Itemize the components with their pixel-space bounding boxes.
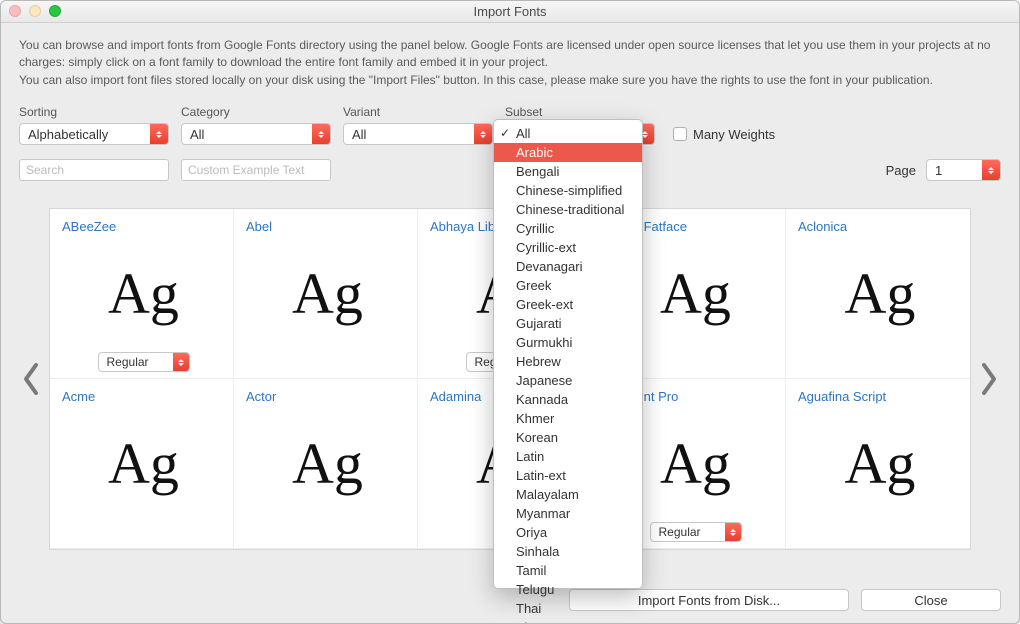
dropdown-icon	[312, 124, 330, 144]
subset-dropdown-menu[interactable]: AllArabicBengaliChinese-simplifiedChines…	[493, 119, 643, 589]
subset-menu-item[interactable]: Cyrillic-ext	[494, 238, 642, 257]
font-cell-footer	[246, 352, 409, 372]
subset-menu-item[interactable]: Khmer	[494, 409, 642, 428]
subset-menu-item[interactable]: Sinhala	[494, 542, 642, 561]
description-line-1: You can browse and import fonts from Goo…	[19, 37, 1001, 72]
font-cell-footer	[798, 352, 962, 372]
font-sample: Ag	[246, 404, 409, 522]
font-name: Aclonica	[798, 219, 962, 234]
font-name: ABeeZee	[62, 219, 225, 234]
page-value: 1	[935, 163, 942, 178]
subset-menu-item[interactable]: Greek-ext	[494, 295, 642, 314]
font-name: Aguafina Script	[798, 389, 962, 404]
subset-label: Subset	[505, 105, 655, 119]
subset-menu-item[interactable]: Cyrillic	[494, 219, 642, 238]
subset-menu-item[interactable]: Malayalam	[494, 485, 642, 504]
subset-menu-item[interactable]: Bengali	[494, 162, 642, 181]
subset-menu-item[interactable]: Telugu	[494, 580, 642, 599]
font-sample: Ag	[246, 234, 409, 352]
subset-menu-item[interactable]: Latin	[494, 447, 642, 466]
subset-menu-item[interactable]: Oriya	[494, 523, 642, 542]
import-button-label: Import Fonts from Disk...	[638, 593, 780, 608]
variant-value: All	[352, 127, 366, 142]
window-controls	[9, 5, 61, 17]
subset-menu-item[interactable]: All	[494, 124, 642, 143]
minimize-window-icon[interactable]	[29, 5, 41, 17]
dropdown-icon	[474, 124, 492, 144]
close-window-icon[interactable]	[9, 5, 21, 17]
example-text-input[interactable]	[181, 159, 331, 181]
subset-menu-item[interactable]: Arabic	[494, 143, 642, 162]
font-cell-footer: Regular	[62, 352, 225, 372]
category-label: Category	[181, 105, 331, 119]
font-variant-select[interactable]: Regular	[98, 352, 190, 372]
subset-menu-item[interactable]: Kannada	[494, 390, 642, 409]
font-name: Abel	[246, 219, 409, 234]
subset-menu-item[interactable]: Greek	[494, 276, 642, 295]
subset-menu-item[interactable]: Vietnamese	[494, 618, 642, 624]
subset-menu-item[interactable]: Devanagari	[494, 257, 642, 276]
subset-menu-item[interactable]: Chinese-traditional	[494, 200, 642, 219]
subset-menu-item[interactable]: Gurmukhi	[494, 333, 642, 352]
font-cell[interactable]: AclonicaAg	[786, 209, 970, 379]
variant-select[interactable]: All	[343, 123, 493, 145]
sorting-select[interactable]: Alphabetically	[19, 123, 169, 145]
subset-menu-item[interactable]: Latin-ext	[494, 466, 642, 485]
category-select[interactable]: All	[181, 123, 331, 145]
import-fonts-window: Import Fonts You can browse and import f…	[0, 0, 1020, 624]
font-sample: Ag	[62, 404, 225, 522]
font-cell[interactable]: ABeeZeeAg Regular	[50, 209, 234, 379]
font-cell-footer	[246, 522, 409, 542]
dropdown-icon	[982, 160, 1000, 180]
font-name: Acme	[62, 389, 225, 404]
subset-menu-item[interactable]: Myanmar	[494, 504, 642, 523]
dropdown-icon	[173, 353, 189, 371]
category-value: All	[190, 127, 204, 142]
font-cell[interactable]: AbelAg	[234, 209, 418, 379]
titlebar: Import Fonts	[1, 1, 1019, 23]
sorting-label: Sorting	[19, 105, 169, 119]
subset-menu-item[interactable]: Thai	[494, 599, 642, 618]
font-cell[interactable]: Aguafina ScriptAg	[786, 379, 970, 549]
sorting-value: Alphabetically	[28, 127, 108, 142]
dropdown-icon	[150, 124, 168, 144]
chevron-right-icon	[980, 363, 998, 395]
variant-label: Variant	[343, 105, 493, 119]
subset-menu-item[interactable]: Korean	[494, 428, 642, 447]
many-weights-checkbox[interactable]	[673, 127, 687, 141]
font-cell[interactable]: ActorAg	[234, 379, 418, 549]
description-line-2: You can also import font files stored lo…	[19, 72, 1001, 89]
font-variant-select[interactable]: Regular	[650, 522, 742, 542]
font-sample: Ag	[798, 234, 962, 352]
subset-menu-item[interactable]: Japanese	[494, 371, 642, 390]
close-button[interactable]: Close	[861, 589, 1001, 611]
many-weights-label: Many Weights	[693, 127, 775, 142]
font-sample: Ag	[798, 404, 962, 522]
dropdown-icon	[725, 523, 741, 541]
search-input[interactable]	[19, 159, 169, 181]
page-label: Page	[886, 163, 916, 178]
prev-page-button[interactable]	[19, 357, 43, 401]
font-name: Actor	[246, 389, 409, 404]
next-page-button[interactable]	[977, 357, 1001, 401]
page-select[interactable]: 1	[926, 159, 1001, 181]
zoom-window-icon[interactable]	[49, 5, 61, 17]
subset-menu-item[interactable]: Hebrew	[494, 352, 642, 371]
font-cell-footer	[62, 522, 225, 542]
window-title: Import Fonts	[474, 4, 547, 19]
close-button-label: Close	[914, 593, 947, 608]
subset-menu-item[interactable]: Tamil	[494, 561, 642, 580]
font-variant-value: Regular	[659, 525, 701, 539]
font-sample: Ag	[62, 234, 225, 352]
font-cell[interactable]: AcmeAg	[50, 379, 234, 549]
chevron-left-icon	[22, 363, 40, 395]
font-cell-footer	[798, 522, 962, 542]
subset-menu-item[interactable]: Chinese-simplified	[494, 181, 642, 200]
font-variant-value: Regular	[107, 355, 149, 369]
subset-menu-item[interactable]: Gujarati	[494, 314, 642, 333]
